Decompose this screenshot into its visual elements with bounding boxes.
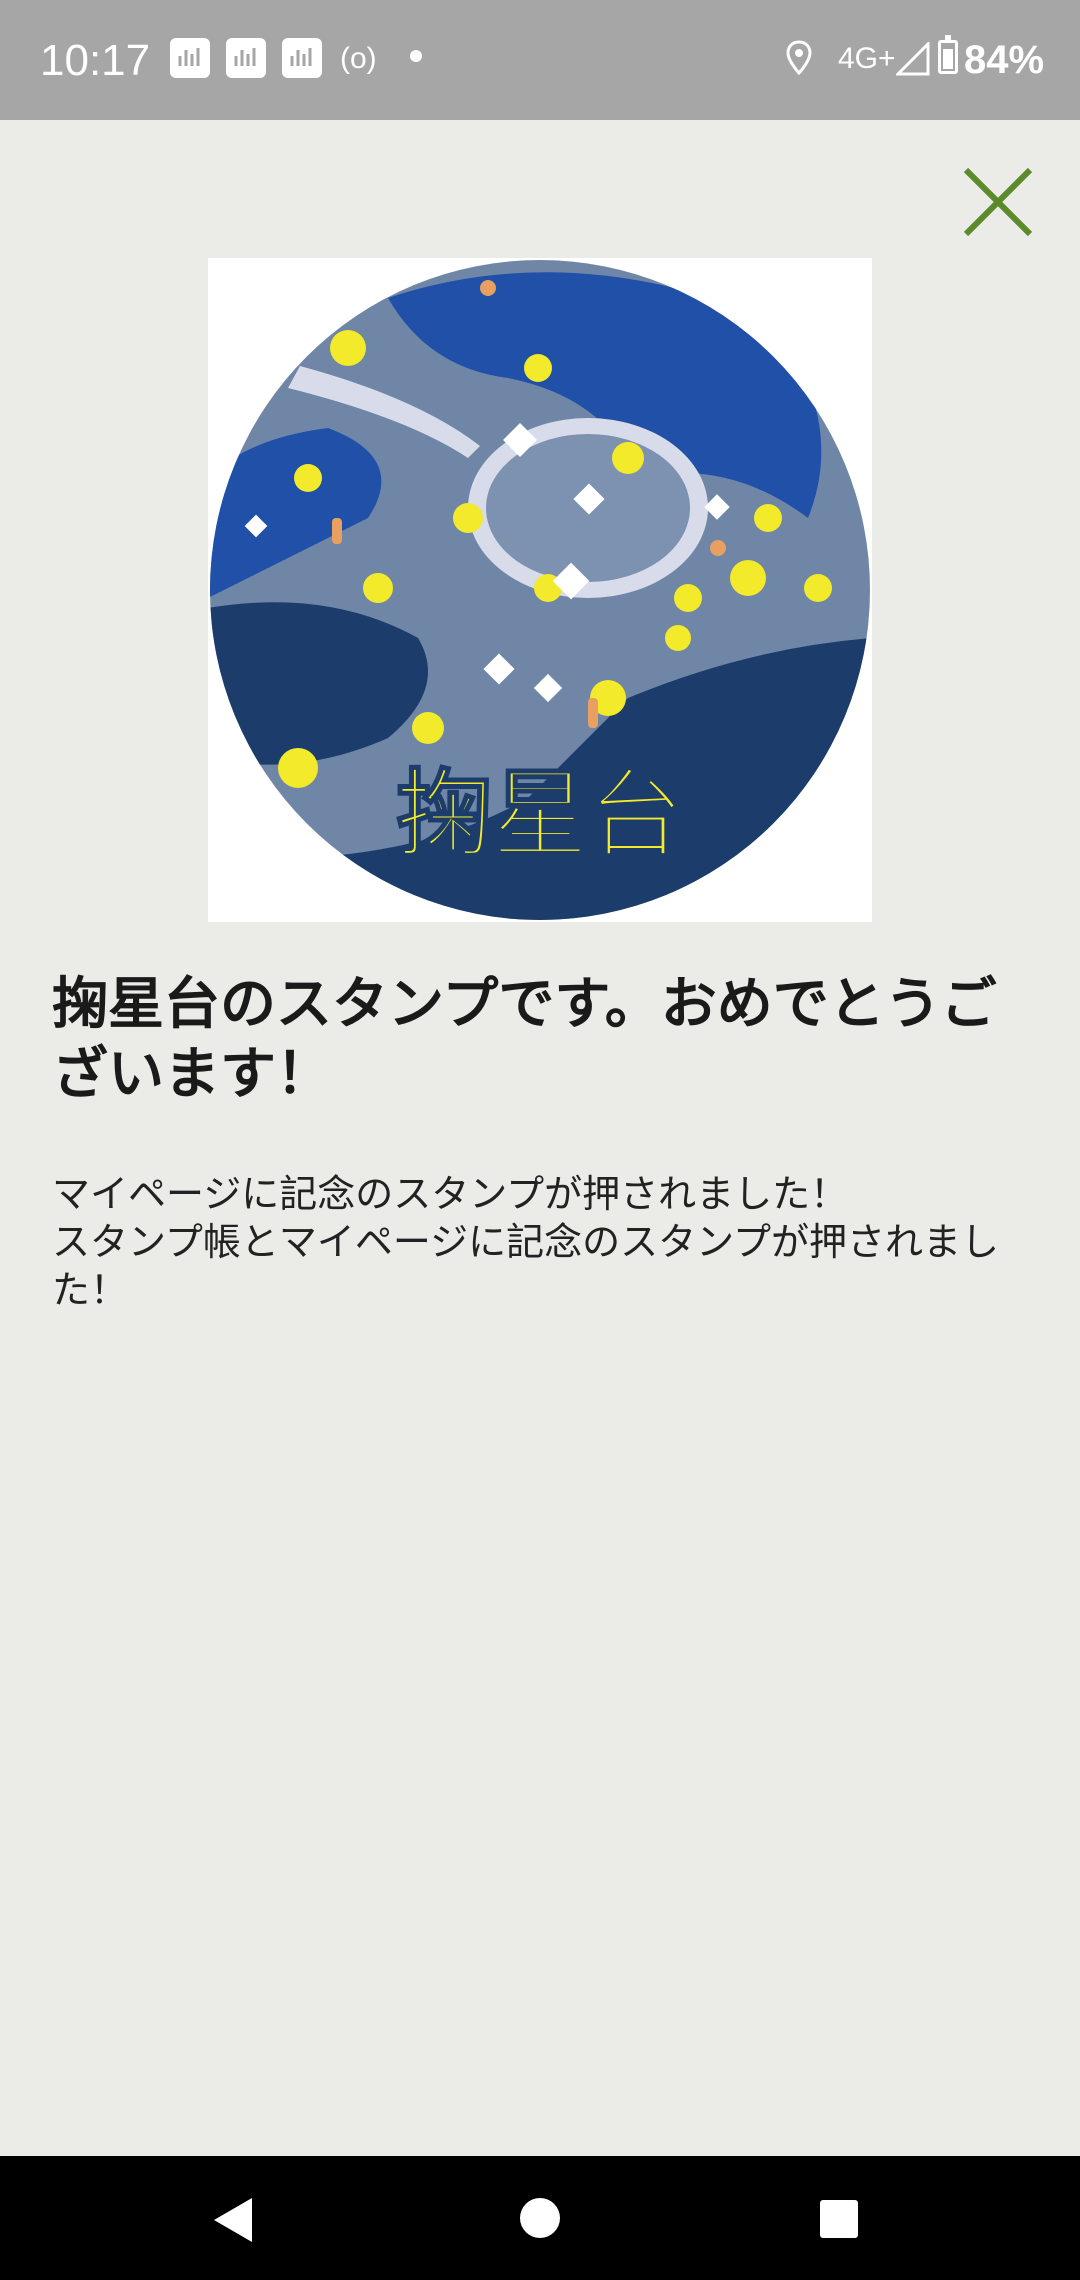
status-bar: 10:17 (o) 4G+ 84% — [0, 0, 1080, 120]
home-button[interactable] — [520, 2198, 560, 2238]
close-icon — [963, 167, 1033, 237]
navigation-bar — [0, 2156, 1080, 2280]
back-button[interactable] — [214, 2198, 252, 2242]
close-button[interactable] — [960, 164, 1036, 240]
status-time: 10:17 — [40, 36, 151, 85]
battery-icon — [938, 35, 958, 74]
dialog-message: マイページに記念のスタンプが押されました！ スタンプ帳とマイページに記念のスタン… — [52, 1170, 1032, 1314]
network-type: 4G+ — [838, 42, 896, 75]
dialog-title: 掬星台のスタンプです。おめでとうございます！ — [52, 972, 997, 1107]
location-icon — [786, 40, 812, 80]
radio-icon: (o) — [340, 42, 377, 75]
signal-icon — [894, 40, 930, 80]
chart-app-icon — [282, 38, 322, 78]
message-line: マイページに記念のスタンプが押されました！ — [52, 1172, 849, 1216]
recents-button[interactable] — [820, 2200, 858, 2238]
chart-app-icon — [170, 38, 210, 78]
message-line: スタンプ帳とマイページに記念のスタンプが押されました！ — [52, 1220, 999, 1312]
chart-app-icon — [226, 38, 266, 78]
stamp-logo-text: 掬星台 — [396, 759, 684, 871]
stamp-image: 掬星台 — [208, 258, 872, 922]
notification-dot-icon — [410, 50, 422, 62]
battery-percent: 84% — [964, 38, 1045, 82]
